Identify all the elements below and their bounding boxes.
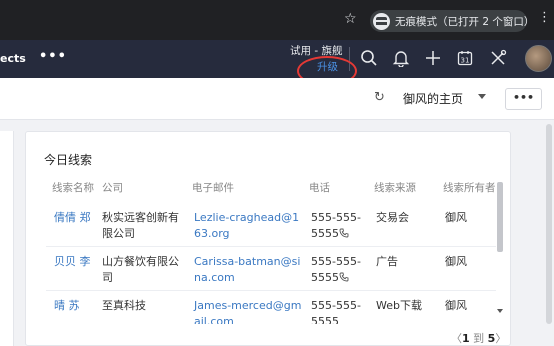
- incognito-icon: [373, 12, 390, 30]
- incognito-badge[interactable]: 无痕模式（已打开 2 个窗口）: [370, 10, 534, 32]
- avatar[interactable]: [525, 45, 552, 72]
- nav-more-button[interactable]: •••: [39, 49, 67, 64]
- column-header-company[interactable]: 公司: [102, 180, 123, 195]
- card-title: 今日线索: [44, 153, 93, 167]
- bell-icon[interactable]: [392, 49, 412, 69]
- column-header-email[interactable]: 电子邮件: [192, 180, 234, 195]
- todays-leads-card: 今日线索 线索名称 公司 电子邮件 电话 线索来源 线索所有者 倩倩 郑 秋实远…: [25, 131, 511, 346]
- page-scrollbar[interactable]: [546, 124, 552, 324]
- calendar-icon[interactable]: 31: [456, 49, 476, 69]
- phone-cell: 555-555-5555: [311, 254, 365, 286]
- incognito-label: 无痕模式（已打开 2 个窗口）: [395, 15, 535, 28]
- row-divider: [46, 246, 496, 247]
- app-header: ects ••• 试用 - 旗舰 升级 31: [0, 40, 554, 78]
- next-page-icon[interactable]: 〉: [495, 332, 506, 345]
- phone-number: 555-555-5555: [311, 211, 361, 240]
- more-actions-button[interactable]: •••: [505, 88, 542, 110]
- scroll-down-arrow-icon[interactable]: [497, 309, 503, 313]
- left-panel-edge: [0, 131, 14, 346]
- column-header-lead-source[interactable]: 线索来源: [374, 180, 416, 195]
- lead-owner-cell: 御风: [445, 211, 467, 224]
- column-header-phone[interactable]: 电话: [309, 180, 330, 195]
- page-title: 御风的主页: [403, 92, 464, 106]
- email-link[interactable]: Carissa-batman@sina.com: [194, 254, 302, 286]
- phone-icon[interactable]: [339, 272, 349, 282]
- browser-menu-icon[interactable]: ⋮: [538, 11, 551, 25]
- lead-owner-cell: 御风: [445, 299, 467, 312]
- lead-source-cell: 交易会: [376, 211, 409, 224]
- phone-number: 555-555-5555: [311, 299, 361, 324]
- column-header-lead-name[interactable]: 线索名称: [52, 180, 94, 195]
- row-divider: [46, 290, 496, 291]
- company-cell: 至真科技: [102, 299, 146, 312]
- nav-item-projects[interactable]: ects: [0, 52, 26, 65]
- lead-name-link[interactable]: 晴 苏: [54, 298, 98, 314]
- search-icon[interactable]: [360, 49, 380, 69]
- star-icon[interactable]: ☆: [344, 11, 357, 27]
- current-page: 1: [462, 332, 470, 345]
- column-header-lead-owner[interactable]: 线索所有者: [443, 180, 496, 195]
- email-link[interactable]: Lezlie-craghead@163.org: [194, 210, 302, 242]
- phone-cell: 555-555-5555: [311, 210, 365, 242]
- company-cell: 山方餐饮有限公司: [102, 255, 179, 284]
- lead-name-link[interactable]: 贝贝 李: [54, 254, 98, 270]
- table-scrollbar-thumb[interactable]: [497, 182, 503, 252]
- company-cell: 秋实远客创新有限公司: [102, 211, 179, 240]
- pager-separator: 到: [473, 332, 485, 345]
- table-header: 线索名称 公司 电子邮件 电话 线索来源 线索所有者: [26, 176, 510, 200]
- lead-source-cell: Web下载: [376, 299, 422, 312]
- email-link[interactable]: James-merced@gmail.com: [194, 298, 302, 324]
- svg-text:31: 31: [461, 57, 470, 65]
- tools-icon[interactable]: [489, 49, 509, 69]
- table-row[interactable]: 晴 苏 至真科技 James-merced@gmail.com 555-555-…: [26, 294, 510, 324]
- phone-number: 555-555-5555: [311, 255, 361, 284]
- chevron-down-icon[interactable]: [478, 94, 486, 99]
- prev-page-icon[interactable]: 〈: [451, 332, 462, 345]
- lead-name-link[interactable]: 倩倩 郑: [54, 210, 98, 226]
- lead-owner-cell: 御风: [445, 255, 467, 268]
- phone-cell: 555-555-5555: [311, 298, 365, 324]
- refresh-icon[interactable]: ↻: [374, 90, 385, 105]
- phone-icon[interactable]: [339, 228, 349, 238]
- pagination: 〈1 到 5〉: [451, 330, 506, 345]
- page-subheader: ↻ 御风的主页 •••: [0, 78, 554, 120]
- plus-icon[interactable]: [424, 49, 444, 69]
- lead-source-cell: 广告: [376, 255, 398, 268]
- browser-toolbar: ☆ 无痕模式（已打开 2 个窗口） ⋮: [0, 0, 554, 40]
